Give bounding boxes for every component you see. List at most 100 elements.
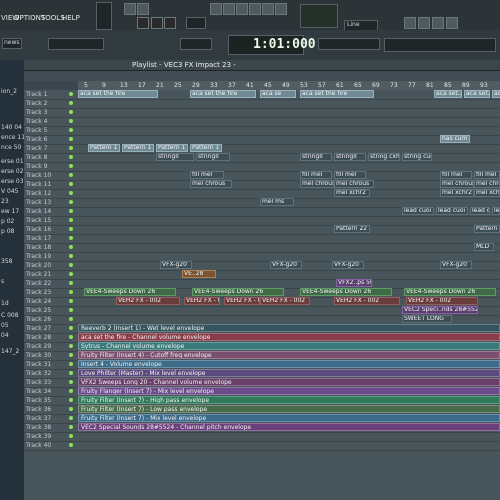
track-mute-led[interactable]	[69, 308, 73, 312]
track-mute-led[interactable]	[69, 218, 73, 222]
track-name[interactable]: Track 2	[26, 100, 47, 107]
song-position-display[interactable]: 1:01:000	[228, 35, 316, 55]
browser-item[interactable]: s	[1, 278, 4, 285]
track-mute-led[interactable]	[69, 164, 73, 168]
track-name[interactable]: Track 12	[26, 190, 51, 197]
mixer-button[interactable]	[432, 17, 444, 29]
browser-item[interactable]: p 02	[1, 218, 14, 225]
track-mute-led[interactable]	[69, 398, 73, 402]
playlist-clip[interactable]: Pattern 1	[156, 144, 188, 152]
track-mute-led[interactable]	[69, 443, 73, 447]
playlist-clip[interactable]: VFX-g20	[160, 261, 192, 269]
track-name[interactable]: Track 6	[26, 136, 47, 143]
track-name[interactable]: Track 25	[26, 307, 51, 314]
playlist-clip[interactable]: VFX-g20	[332, 261, 364, 269]
playlist-clip[interactable]: VFX2..ps 50	[336, 279, 372, 287]
pattern-mode-button[interactable]	[124, 3, 136, 15]
automation-clip[interactable]: Fruity Filter (Insert 4) - Cutoff freq e…	[78, 351, 500, 359]
playlist-clip[interactable]: mel chrous	[300, 180, 334, 188]
track-mute-led[interactable]	[69, 173, 73, 177]
track-mute-led[interactable]	[69, 92, 73, 96]
tempo-display[interactable]	[186, 17, 206, 29]
automation-clip[interactable]: Fruity Flanger (Insert 7) - Mix level en…	[78, 387, 500, 395]
playlist-clip[interactable]: mel xchr2	[440, 189, 474, 197]
track-mute-led[interactable]	[69, 344, 73, 348]
track-name[interactable]: Track 37	[26, 415, 51, 422]
playlist-clip[interactable]: aca set the fire	[78, 90, 158, 98]
wait-button[interactable]	[236, 3, 248, 15]
browser-item[interactable]: V 045	[1, 188, 18, 195]
track-mute-led[interactable]	[69, 137, 73, 141]
menu-help[interactable]: HELP	[62, 14, 80, 22]
browser-item[interactable]: 147_2	[1, 348, 19, 355]
timeline-ruler[interactable]: 5 9 13 17 21 25 29 33 37 41 45 49 53 57 61 65 69 73 77 81 85…	[78, 81, 500, 90]
playlist-clip[interactable]: VEE4-Sweeps Down 26	[404, 288, 496, 296]
playlist-clip[interactable]: aca set the fire	[190, 90, 256, 98]
track-mute-led[interactable]	[69, 128, 73, 132]
playlist-clip[interactable]: mel xchr2	[474, 189, 500, 197]
track-mute-led[interactable]	[69, 299, 73, 303]
playlist-clip[interactable]: lead cuoi	[470, 207, 490, 215]
automation-clip[interactable]: Fruity Filter (Insert 7) - Mix level env…	[78, 414, 500, 422]
playlist-clip[interactable]: mel chrous	[440, 180, 474, 188]
automation-clip[interactable]: VFX2 Sweeps Long 20 - Channel volume env…	[78, 378, 500, 386]
track-name[interactable]: Track 28	[26, 334, 51, 341]
track-name[interactable]: Track 39	[26, 433, 51, 440]
playlist-clip[interactable]: string cxhr	[368, 153, 400, 161]
browser-item[interactable]: ence 11	[1, 134, 25, 141]
playlist-clip[interactable]: Pattern 1	[88, 144, 120, 152]
browser-button[interactable]	[446, 17, 458, 29]
track-mute-led[interactable]	[69, 245, 73, 249]
automation-clip[interactable]: aca set the fire - Channel volume envelo…	[78, 333, 500, 341]
browser-item[interactable]: erse 03	[1, 178, 24, 185]
track-mute-led[interactable]	[69, 146, 73, 150]
browser-item[interactable]: nce 50	[1, 144, 21, 151]
browser-item[interactable]: 140 04	[1, 124, 22, 131]
automation-clip[interactable]: Sytrus - Channel volume envelope	[78, 342, 500, 350]
master-volume-knob[interactable]	[96, 2, 112, 30]
track-mute-led[interactable]	[69, 335, 73, 339]
track-mute-led[interactable]	[69, 155, 73, 159]
track-name[interactable]: Track 36	[26, 406, 51, 413]
track-mute-led[interactable]	[69, 200, 73, 204]
browser-item[interactable]: 04	[1, 332, 9, 339]
track-name[interactable]: Track 3	[26, 109, 47, 116]
playlist-clip[interactable]: Pattern 1	[122, 144, 154, 152]
play-button[interactable]	[137, 17, 149, 29]
browser-item[interactable]: erse 02	[1, 168, 24, 175]
track-mute-led[interactable]	[69, 227, 73, 231]
browser-item[interactable]: C 008	[1, 312, 19, 319]
track-name[interactable]: Track 5	[26, 127, 47, 134]
track-mute-led[interactable]	[69, 281, 73, 285]
automation-clip[interactable]: Fruity Filter (Insert 7) - High pass env…	[78, 396, 500, 404]
playlist-clip[interactable]: has cum	[440, 135, 470, 143]
track-name[interactable]: Track 38	[26, 424, 51, 431]
playlist-clip[interactable]: VFX-g20	[270, 261, 302, 269]
browser-item[interactable]: 358	[1, 258, 12, 265]
playlist-clip[interactable]: VEH2 FX - 002	[260, 297, 310, 305]
track-mute-led[interactable]	[69, 254, 73, 258]
track-name[interactable]: Track 7	[26, 145, 47, 152]
playlist-clip[interactable]: MLD	[474, 243, 494, 251]
playlist-clip[interactable]: fill mel	[474, 171, 500, 179]
track-mute-led[interactable]	[69, 389, 73, 393]
playlist-clip[interactable]: aca set the fire	[300, 90, 374, 98]
playlist-clip[interactable]: aca se	[260, 90, 296, 98]
track-name[interactable]: Track 26	[26, 316, 51, 323]
snap-button[interactable]	[210, 3, 222, 15]
track-name[interactable]: Track 20	[26, 262, 51, 269]
track-mute-led[interactable]	[69, 290, 73, 294]
playlist-clip[interactable]: VEH2 FX - 002	[116, 297, 180, 305]
countdown-button[interactable]	[249, 3, 261, 15]
track-name[interactable]: Track 10	[26, 172, 51, 179]
playlist-clip[interactable]: Pattern 22	[334, 225, 370, 233]
track-name[interactable]: Track 11	[26, 181, 51, 188]
playlist-clip[interactable]: aca set..	[464, 90, 490, 98]
track-mute-led[interactable]	[69, 101, 73, 105]
track-name[interactable]: Track 23	[26, 289, 51, 296]
browser-item[interactable]: ion_2	[1, 88, 17, 95]
automation-clip[interactable]: Love Philter (Master) - Mix level envelo…	[78, 369, 500, 377]
stop-button[interactable]	[151, 17, 163, 29]
track-name[interactable]: Track 21	[26, 271, 51, 278]
playlist-clip[interactable]: mel chrous	[334, 180, 374, 188]
